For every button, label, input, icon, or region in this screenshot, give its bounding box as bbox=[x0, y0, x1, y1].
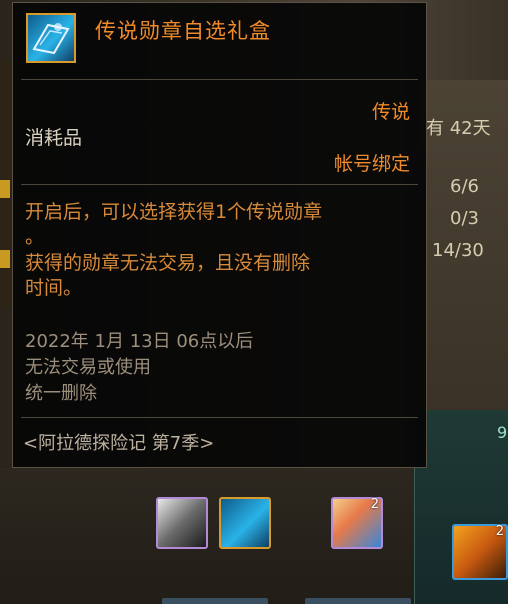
description-line: 。 bbox=[25, 226, 45, 248]
gold-box-item-icon[interactable]: 2 bbox=[452, 524, 508, 580]
progress-count: 0/3 bbox=[450, 208, 479, 229]
feather-item-icon[interactable]: 2 bbox=[331, 497, 383, 549]
teal-panel-label: 9 bbox=[497, 423, 508, 442]
reward-column bbox=[0, 468, 146, 604]
description-line: 时间。 bbox=[25, 277, 83, 299]
item-tooltip: 传说勋章自选礼盒 传说 消耗品 帐号绑定 开启后，可以选择获得1个传说勋章 。 … bbox=[12, 2, 427, 468]
description-line: 获得的勋章无法交易，且没有删除 bbox=[25, 252, 311, 274]
expiry-line: 2022年 1月 13日 06点以后 bbox=[25, 331, 254, 352]
left-marker bbox=[0, 180, 10, 198]
reward-button[interactable] bbox=[162, 598, 268, 604]
progress-count: 14/30 bbox=[432, 240, 484, 261]
divider bbox=[21, 417, 418, 418]
left-marker bbox=[0, 250, 10, 268]
duration-label: 有 42天 bbox=[426, 118, 491, 139]
item-count: 2 bbox=[370, 497, 379, 512]
expiry-line: 统一删除 bbox=[25, 383, 97, 404]
expiry-line: 无法交易或使用 bbox=[25, 357, 151, 378]
legend-medal-box-icon[interactable] bbox=[219, 497, 271, 549]
item-category: 消耗品 bbox=[25, 127, 83, 149]
legend-medal-box-icon bbox=[26, 13, 76, 63]
description-line: 开启后，可以选择获得1个传说勋章 bbox=[25, 201, 323, 223]
item-title: 传说勋章自选礼盒 bbox=[95, 19, 271, 43]
divider bbox=[21, 184, 418, 185]
medal-box-glyph bbox=[32, 23, 70, 55]
progress-count: 6/6 bbox=[450, 176, 479, 197]
item-count: 2 bbox=[495, 524, 504, 539]
weapon-item-icon[interactable] bbox=[156, 497, 208, 549]
reward-button[interactable] bbox=[305, 598, 411, 604]
binding-label: 帐号绑定 bbox=[333, 153, 410, 175]
rarity-label: 传说 bbox=[371, 101, 410, 123]
item-source: <阿拉德探险记 第7季> bbox=[23, 433, 215, 454]
divider bbox=[21, 79, 418, 80]
